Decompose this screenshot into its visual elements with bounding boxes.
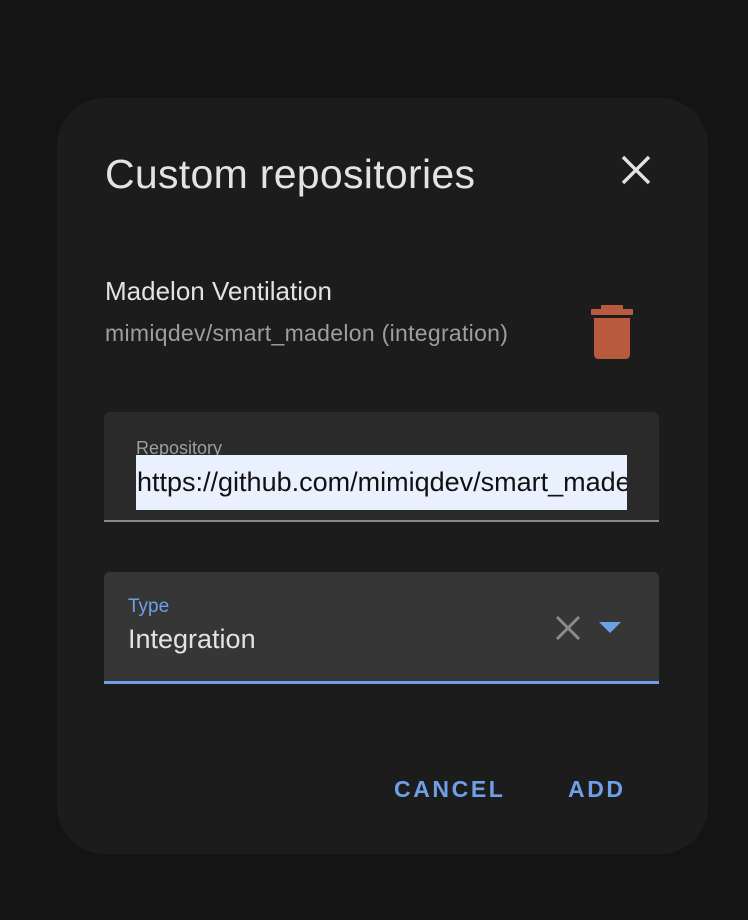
dropdown-toggle[interactable] [599, 621, 621, 633]
repository-name: Madelon Ventilation [105, 276, 332, 306]
custom-repositories-dialog: Custom repositories Madelon Ventilation … [57, 98, 708, 854]
cancel-button[interactable]: CANCEL [394, 776, 505, 803]
dialog-title: Custom repositories [105, 151, 476, 197]
type-selected-value: Integration [128, 624, 256, 654]
clear-type-button[interactable] [553, 613, 583, 643]
type-field-label: Type [128, 596, 170, 617]
repository-input[interactable] [136, 455, 627, 510]
close-icon [621, 155, 651, 185]
add-button[interactable]: ADD [568, 776, 626, 803]
close-button[interactable] [614, 148, 658, 192]
clear-icon [555, 615, 581, 641]
type-select[interactable]: Type Integration [104, 572, 659, 684]
caret-down-icon [599, 622, 621, 633]
repository-subtitle: mimiqdev/smart_madelon (integration) [105, 320, 509, 346]
delete-repository-button[interactable] [587, 302, 637, 362]
repository-list-item: Madelon Ventilation mimiqdev/smart_madel… [105, 274, 625, 348]
repository-field: Repository [104, 412, 659, 522]
trash-icon [591, 305, 633, 359]
